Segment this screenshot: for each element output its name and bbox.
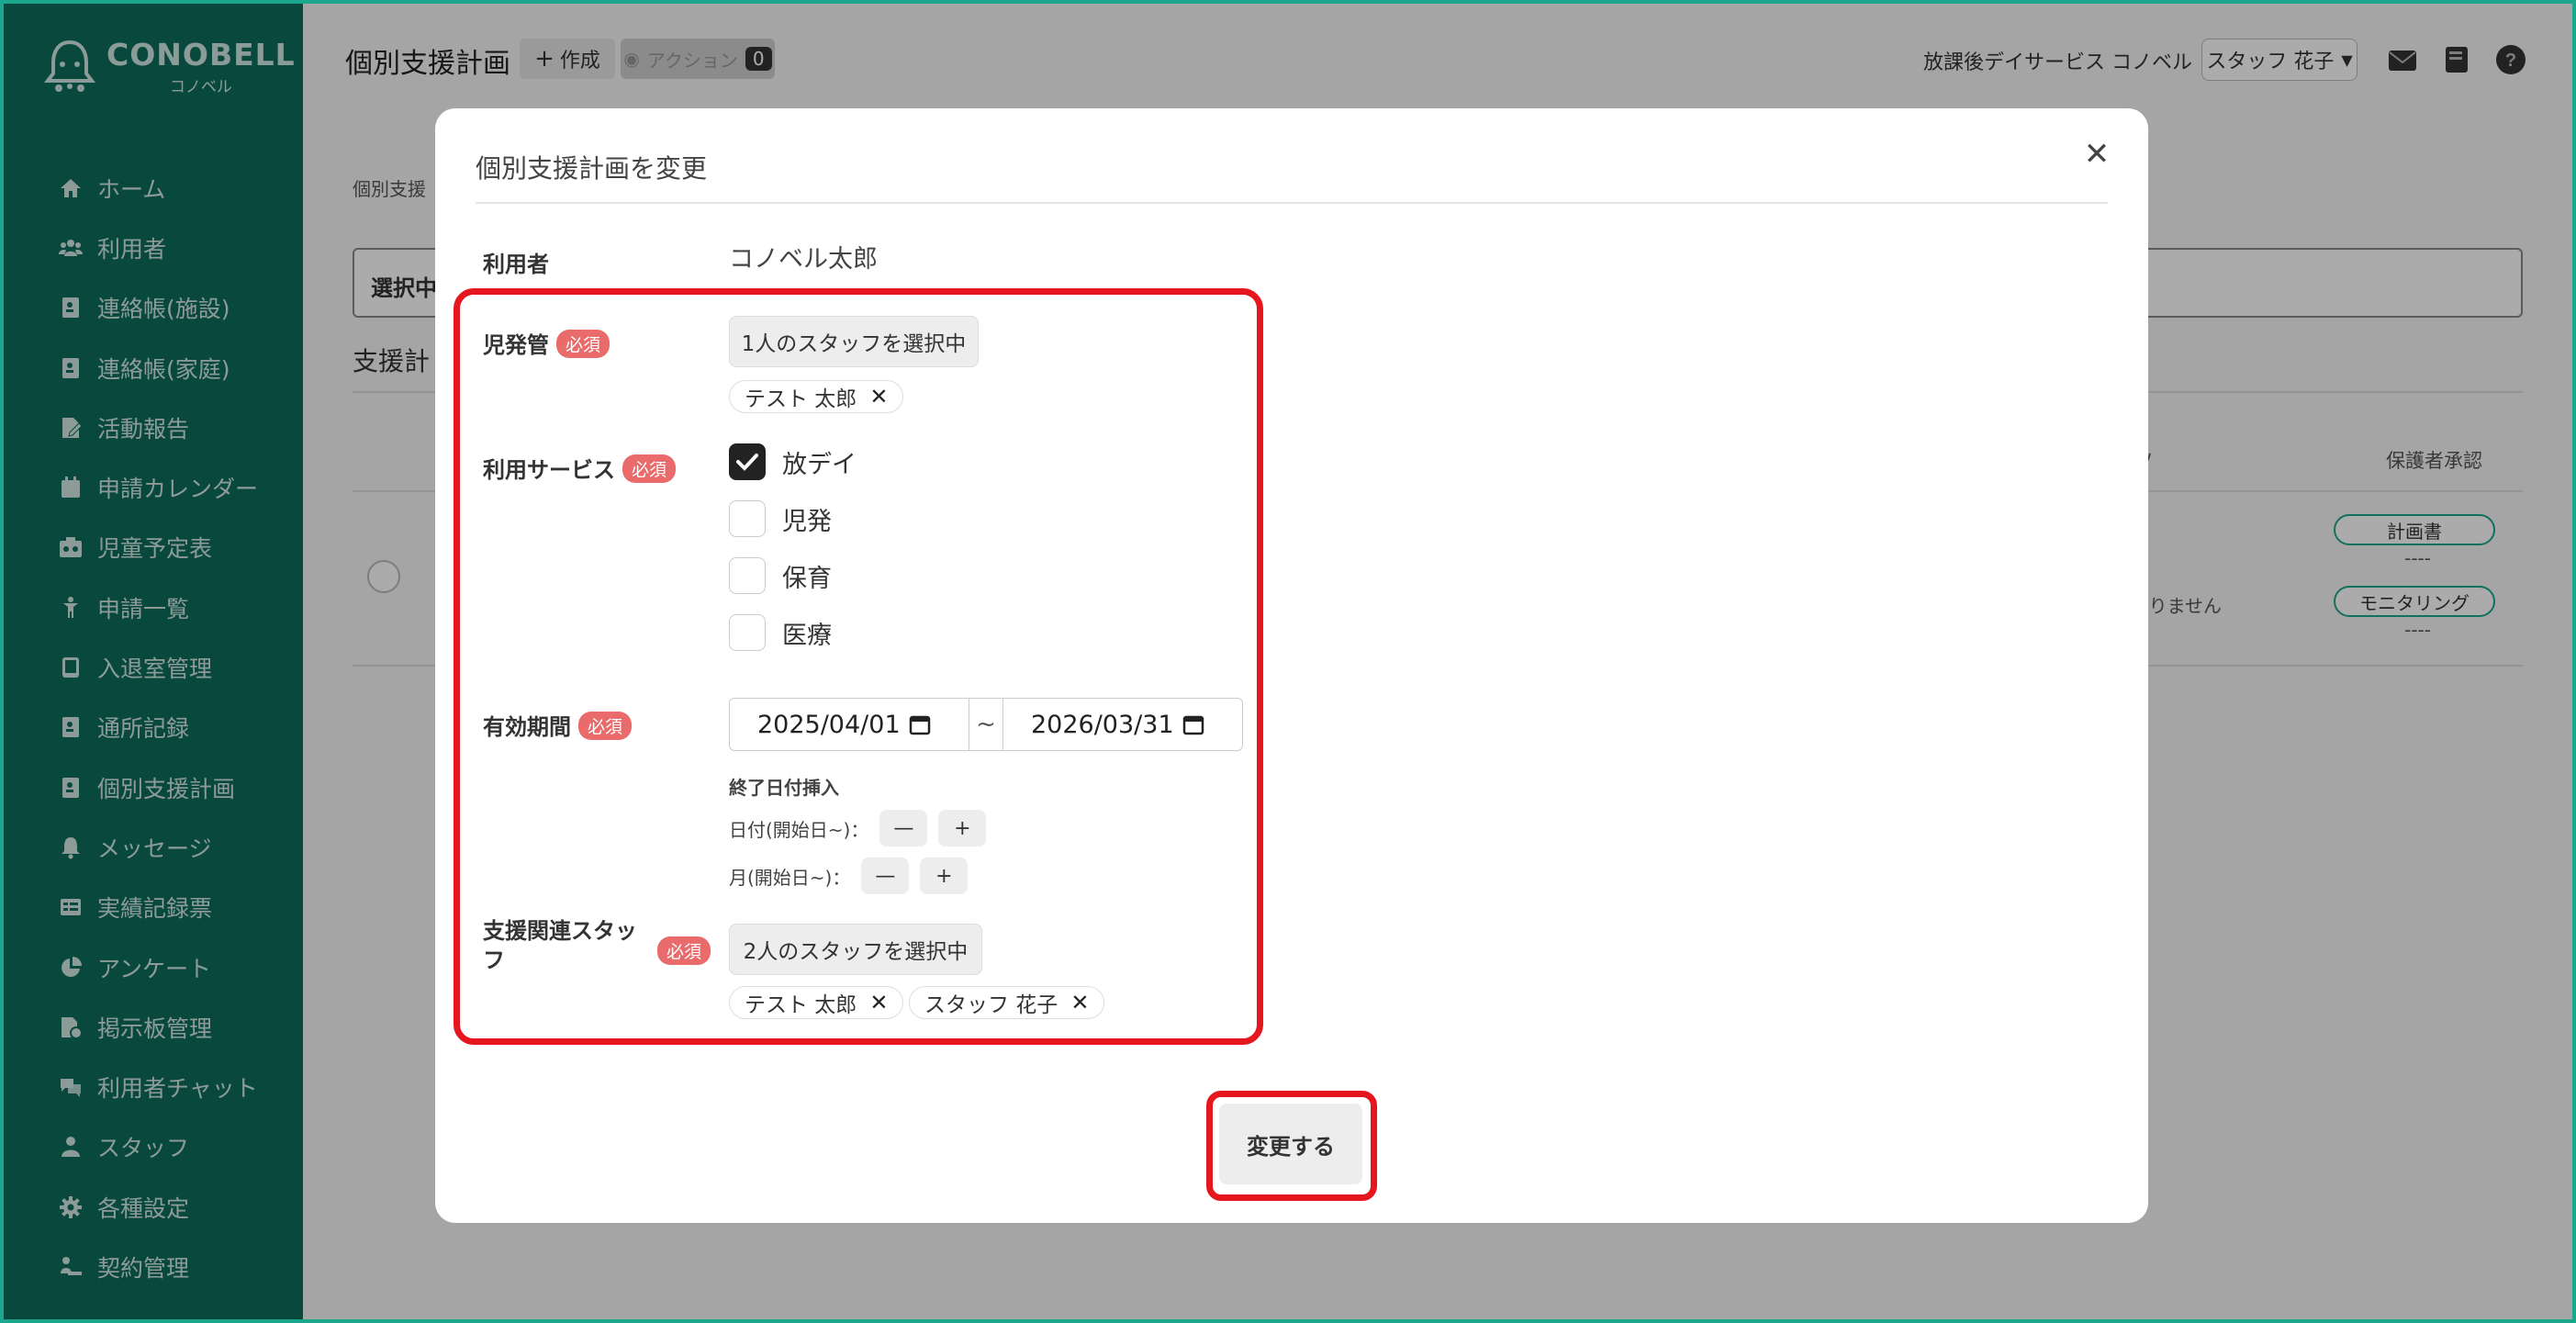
divider bbox=[476, 202, 2108, 204]
app-window: CONOBELL コノベル ホーム 利用者 連絡帳(施設) 連絡帳(家庭) 活動報告 申請… bbox=[0, 0, 2576, 1323]
user-value: コノベル太郎 bbox=[729, 245, 878, 274]
close-icon[interactable]: ✕ bbox=[2078, 136, 2115, 173]
user-label: 利用者 bbox=[483, 252, 549, 277]
modal-title: 個別支援計画を変更 bbox=[476, 153, 708, 184]
highlight-box-form bbox=[454, 288, 1263, 1045]
edit-plan-modal: 個別支援計画を変更 ✕ 利用者 コノベル太郎 児発管 必須 1人のスタッフを選択中… bbox=[435, 108, 2148, 1223]
highlight-box-submit bbox=[1206, 1091, 1377, 1201]
